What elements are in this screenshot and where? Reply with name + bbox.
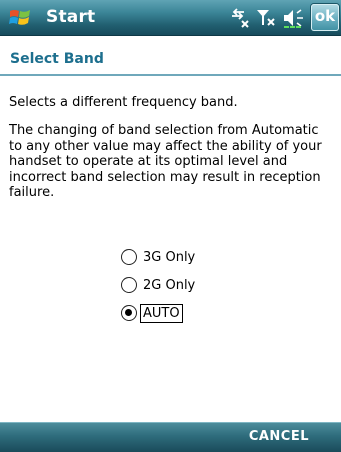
description-text: Selects a different frequency band. [9,95,238,110]
start-label[interactable]: Start [46,7,95,27]
connectivity-icon[interactable] [228,7,252,29]
windows-flag-icon[interactable] [8,6,34,30]
radio-label[interactable]: AUTO [140,303,183,323]
taskbar: Start ok [0,0,341,36]
radio-button-selected[interactable] [121,305,137,321]
warning-text: The changing of band selection from Auto… [9,123,322,200]
volume-icon[interactable] [281,7,307,29]
radio-button[interactable] [121,277,137,293]
radio-button[interactable] [121,249,137,265]
page-header: Select Band [0,36,341,74]
menu-bar: CANCEL [0,422,341,452]
radio-option-2g-only[interactable]: 2G Only [121,274,197,296]
radio-label[interactable]: 2G Only [141,277,197,294]
ok-button[interactable]: ok [311,4,339,31]
radio-option-3g-only[interactable]: 3G Only [121,246,197,268]
signal-icon[interactable] [255,7,277,29]
radio-option-auto[interactable]: AUTO [121,302,183,324]
radio-label[interactable]: 3G Only [141,249,197,266]
header-divider [0,74,341,76]
page-title: Select Band [10,51,104,67]
cancel-softkey[interactable]: CANCEL [249,429,309,444]
